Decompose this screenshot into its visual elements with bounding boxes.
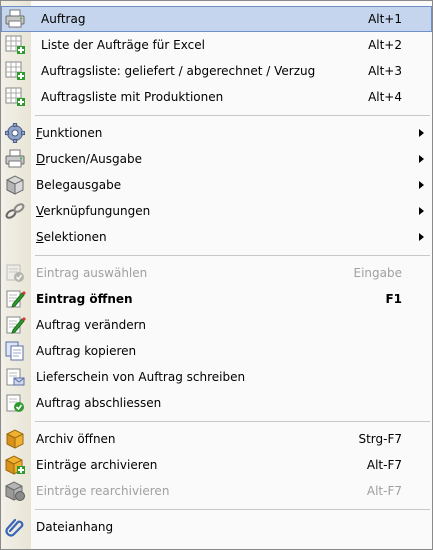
paperclip-icon bbox=[4, 517, 26, 537]
menu-item-liste-auftraege-excel[interactable]: Liste der Aufträge für Excel Alt+2 bbox=[1, 32, 432, 58]
menu-item-label-rest: unktionen bbox=[42, 126, 103, 140]
menu-item-eintraege-rearchivieren[interactable]: Einträge rearchivieren Alt-F7 bbox=[1, 478, 432, 504]
menu-item-label-rest: elektionen bbox=[43, 230, 107, 244]
edit-icon bbox=[4, 289, 26, 309]
link-icon bbox=[4, 201, 26, 221]
menu-separator bbox=[35, 421, 430, 422]
gear-icon bbox=[4, 123, 26, 143]
menu-item-eintrag-oeffnen[interactable]: Eintrag öffnen F1 bbox=[1, 286, 432, 312]
menu-item-label: Auftrag abschliessen bbox=[36, 396, 162, 410]
menu-item-shortcut: Alt-F7 bbox=[366, 484, 402, 498]
submenu-arrow-icon bbox=[419, 233, 424, 241]
menu-item-belegausgabe[interactable]: Belegausgabe bbox=[1, 172, 432, 198]
printer-icon bbox=[4, 9, 26, 29]
menu-item-auftragsliste-produktionen[interactable]: Auftragsliste mit Produktionen Alt+4 bbox=[1, 84, 432, 110]
grid-add-icon bbox=[4, 61, 26, 81]
menu-item-label: Archiv öffnen bbox=[36, 432, 116, 446]
menu-item-shortcut: Strg-F7 bbox=[358, 432, 402, 446]
menu-item-label: Drucken/Ausgabe bbox=[36, 146, 142, 172]
menu-item-label: Liste der Aufträge für Excel bbox=[41, 38, 205, 52]
menu-item-dateianhang[interactable]: Dateianhang bbox=[1, 514, 432, 540]
delivery-doc-icon bbox=[4, 367, 26, 387]
menu-item-funktionen[interactable]: Funktionen bbox=[1, 120, 432, 146]
select-check-icon bbox=[4, 263, 26, 283]
menu-item-shortcut: Alt+4 bbox=[368, 90, 402, 104]
menu-item-label: Auftrag kopieren bbox=[36, 344, 137, 358]
doc-check-icon bbox=[4, 393, 26, 413]
menu-item-label-rest: erknüpfungungen bbox=[43, 204, 151, 218]
menu-separator bbox=[35, 509, 430, 510]
menu-item-shortcut: Alt-F7 bbox=[366, 458, 402, 472]
submenu-arrow-icon bbox=[419, 129, 424, 137]
menu-item-label-rest: rucken/Ausgabe bbox=[45, 152, 142, 166]
menu-item-label: Eintrag auswählen bbox=[36, 266, 148, 280]
menu-item-mnemonic: D bbox=[36, 152, 46, 166]
grid-add-icon bbox=[4, 87, 26, 107]
menu-item-auftrag[interactable]: Auftrag Alt+1 bbox=[1, 6, 432, 32]
menu-item-label: Auftrag bbox=[41, 12, 86, 26]
menu-item-label: Selektionen bbox=[36, 224, 107, 250]
menu-item-auftragsliste-verzug[interactable]: Auftragsliste: geliefert / abgerechnet /… bbox=[1, 58, 432, 84]
menu-item-eintraege-archivieren[interactable]: Einträge archivieren Alt-F7 bbox=[1, 452, 432, 478]
menu-item-label: Funktionen bbox=[36, 120, 102, 146]
menu-item-label: Einträge rearchivieren bbox=[36, 484, 170, 498]
menu-item-shortcut: F1 bbox=[385, 292, 402, 306]
menu-item-label: Eintrag öffnen bbox=[36, 292, 133, 306]
menu-item-label: Lieferschein von Auftrag schreiben bbox=[36, 370, 246, 384]
menu-item-selektionen[interactable]: Selektionen bbox=[1, 224, 432, 250]
context-menu: Auftrag Alt+1 Liste der Aufträge für Exc… bbox=[0, 0, 433, 550]
menu-item-lieferschein-schreiben[interactable]: Lieferschein von Auftrag schreiben bbox=[1, 364, 432, 390]
submenu-arrow-icon bbox=[419, 207, 424, 215]
menu-item-label: Belegausgabe bbox=[36, 178, 122, 192]
menu-separator bbox=[35, 115, 430, 116]
menu-item-shortcut: Alt+3 bbox=[368, 64, 402, 78]
menu-item-eintrag-auswaehlen[interactable]: Eintrag auswählen Eingabe bbox=[1, 260, 432, 286]
archive-add-icon bbox=[4, 455, 26, 475]
menu-item-label: Verknüpfungungen bbox=[36, 198, 150, 224]
printer-icon bbox=[4, 149, 26, 169]
menu-item-verknuepfungungen[interactable]: Verknüpfungungen bbox=[1, 198, 432, 224]
submenu-arrow-icon bbox=[419, 181, 424, 189]
menu-item-auftrag-kopieren[interactable]: Auftrag kopieren bbox=[1, 338, 432, 364]
menu-separator bbox=[35, 255, 430, 256]
menu-item-label: Dateianhang bbox=[36, 520, 114, 534]
menu-item-archiv-oeffnen[interactable]: Archiv öffnen Strg-F7 bbox=[1, 426, 432, 452]
menu-item-label: Auftragsliste mit Produktionen bbox=[41, 90, 224, 104]
copy-icon bbox=[4, 341, 26, 361]
edit-icon bbox=[4, 315, 26, 335]
menu-item-shortcut: Eingabe bbox=[353, 266, 403, 280]
menu-item-auftrag-veraendern[interactable]: Auftrag verändern bbox=[1, 312, 432, 338]
menu-item-drucken-ausgabe[interactable]: Drucken/Ausgabe bbox=[1, 146, 432, 172]
menu-item-auftrag-abschliessen[interactable]: Auftrag abschliessen bbox=[1, 390, 432, 416]
archive-icon bbox=[4, 429, 26, 449]
menu-item-mnemonic: S bbox=[36, 230, 44, 244]
box-icon bbox=[4, 175, 26, 195]
menu-item-label: Auftragsliste: geliefert / abgerechnet /… bbox=[41, 64, 316, 78]
submenu-arrow-icon bbox=[419, 155, 424, 163]
grid-add-icon bbox=[4, 35, 26, 55]
menu-item-shortcut: Alt+1 bbox=[368, 12, 402, 26]
archive-gray-icon bbox=[4, 481, 26, 501]
menu-item-label: Auftrag verändern bbox=[36, 318, 146, 332]
menu-item-shortcut: Alt+2 bbox=[368, 38, 402, 52]
menu-item-label: Einträge archivieren bbox=[36, 458, 158, 472]
